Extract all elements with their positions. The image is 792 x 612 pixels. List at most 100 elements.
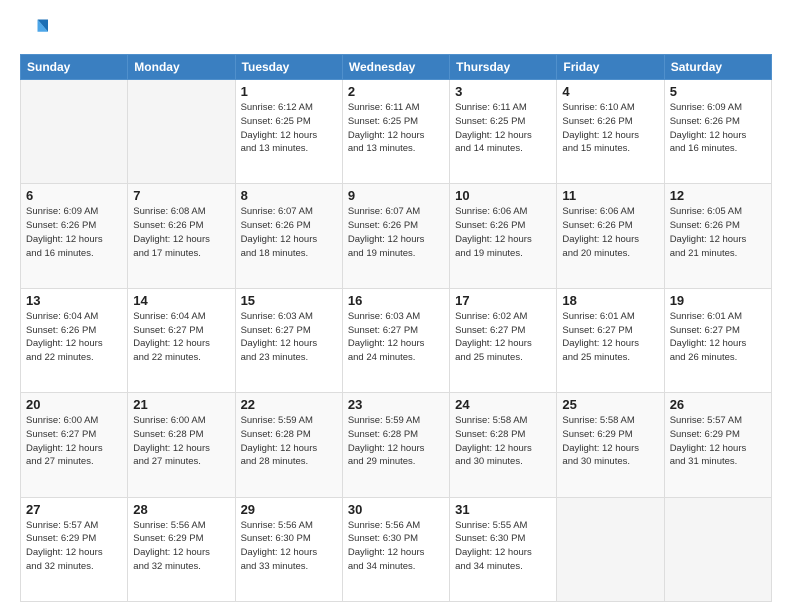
day-number: 14 <box>133 293 229 308</box>
day-info: Sunrise: 6:01 AM Sunset: 6:27 PM Dayligh… <box>670 310 766 365</box>
day-number: 19 <box>670 293 766 308</box>
day-number: 7 <box>133 188 229 203</box>
calendar-cell: 24 Sunrise: 5:58 AM Sunset: 6:28 PM Dayli… <box>450 393 557 497</box>
day-info: Sunrise: 6:04 AM Sunset: 6:27 PM Dayligh… <box>133 310 229 365</box>
calendar-cell: 9Sunrise: 6:07 AM Sunset: 6:26 PM Daylig… <box>342 184 449 288</box>
day-info: Sunrise: 6:09 AM Sunset: 6:26 PM Dayligh… <box>26 205 122 260</box>
day-number: 15 <box>241 293 337 308</box>
day-info: Sunrise: 6:08 AM Sunset: 6:26 PM Dayligh… <box>133 205 229 260</box>
calendar-cell <box>128 80 235 184</box>
day-number: 18 <box>562 293 658 308</box>
calendar-cell: 17 Sunrise: 6:02 AM Sunset: 6:27 PM Dayli… <box>450 288 557 392</box>
day-info: Sunrise: 6:03 AM Sunset: 6:27 PM Dayligh… <box>348 310 444 365</box>
calendar-cell: 28 Sunrise: 5:56 AM Sunset: 6:29 PM Dayli… <box>128 497 235 601</box>
calendar-cell: 15 Sunrise: 6:03 AM Sunset: 6:27 PM Dayli… <box>235 288 342 392</box>
calendar-cell: 16 Sunrise: 6:03 AM Sunset: 6:27 PM Dayli… <box>342 288 449 392</box>
day-number: 26 <box>670 397 766 412</box>
calendar-header-wednesday: Wednesday <box>342 55 449 80</box>
calendar-cell: 5 Sunrise: 6:09 AM Sunset: 6:26 PM Daylig… <box>664 80 771 184</box>
day-info: Sunrise: 5:57 AM Sunset: 6:29 PM Dayligh… <box>670 414 766 469</box>
calendar-cell <box>21 80 128 184</box>
calendar-cell: 12 Sunrise: 6:05 AM Sunset: 6:26 PM Dayli… <box>664 184 771 288</box>
day-number: 1 <box>241 84 337 99</box>
day-info: Sunrise: 5:57 AM Sunset: 6:29 PM Dayligh… <box>26 519 122 574</box>
day-info: Sunrise: 6:11 AM Sunset: 6:25 PM Dayligh… <box>455 101 551 156</box>
calendar-cell: 2 Sunrise: 6:11 AM Sunset: 6:25 PM Daylig… <box>342 80 449 184</box>
calendar-cell: 18Sunrise: 6:01 AM Sunset: 6:27 PM Dayli… <box>557 288 664 392</box>
calendar-cell: 29Sunrise: 5:56 AM Sunset: 6:30 PM Dayli… <box>235 497 342 601</box>
day-number: 25 <box>562 397 658 412</box>
calendar-cell <box>557 497 664 601</box>
day-number: 28 <box>133 502 229 517</box>
day-number: 10 <box>455 188 551 203</box>
calendar-cell: 10 Sunrise: 6:06 AM Sunset: 6:26 PM Dayli… <box>450 184 557 288</box>
calendar-cell: 26 Sunrise: 5:57 AM Sunset: 6:29 PM Dayli… <box>664 393 771 497</box>
logo <box>20 16 52 44</box>
calendar-cell: 25Sunrise: 5:58 AM Sunset: 6:29 PM Dayli… <box>557 393 664 497</box>
calendar-table: SundayMondayTuesdayWednesdayThursdayFrid… <box>20 54 772 602</box>
calendar-cell: 4 Sunrise: 6:10 AM Sunset: 6:26 PM Daylig… <box>557 80 664 184</box>
day-number: 12 <box>670 188 766 203</box>
day-number: 23 <box>348 397 444 412</box>
day-info: Sunrise: 6:00 AM Sunset: 6:28 PM Dayligh… <box>133 414 229 469</box>
day-info: Sunrise: 6:05 AM Sunset: 6:26 PM Dayligh… <box>670 205 766 260</box>
day-number: 29 <box>241 502 337 517</box>
day-number: 20 <box>26 397 122 412</box>
calendar-cell: 1 Sunrise: 6:12 AM Sunset: 6:25 PM Daylig… <box>235 80 342 184</box>
day-number: 5 <box>670 84 766 99</box>
day-info: Sunrise: 6:12 AM Sunset: 6:25 PM Dayligh… <box>241 101 337 156</box>
calendar-cell: 20 Sunrise: 6:00 AM Sunset: 6:27 PM Dayli… <box>21 393 128 497</box>
day-number: 31 <box>455 502 551 517</box>
day-info: Sunrise: 6:09 AM Sunset: 6:26 PM Dayligh… <box>670 101 766 156</box>
day-info: Sunrise: 6:02 AM Sunset: 6:27 PM Dayligh… <box>455 310 551 365</box>
calendar-cell <box>664 497 771 601</box>
calendar-cell: 7 Sunrise: 6:08 AM Sunset: 6:26 PM Daylig… <box>128 184 235 288</box>
logo-icon <box>20 16 48 44</box>
day-info: Sunrise: 6:07 AM Sunset: 6:26 PM Dayligh… <box>241 205 337 260</box>
calendar-header-monday: Monday <box>128 55 235 80</box>
day-number: 22 <box>241 397 337 412</box>
calendar-header-sunday: Sunday <box>21 55 128 80</box>
calendar-header-friday: Friday <box>557 55 664 80</box>
day-number: 24 <box>455 397 551 412</box>
day-info: Sunrise: 5:58 AM Sunset: 6:28 PM Dayligh… <box>455 414 551 469</box>
calendar-cell: 11Sunrise: 6:06 AM Sunset: 6:26 PM Dayli… <box>557 184 664 288</box>
calendar-week-row: 13 Sunrise: 6:04 AM Sunset: 6:26 PM Dayli… <box>21 288 772 392</box>
page: SundayMondayTuesdayWednesdayThursdayFrid… <box>0 0 792 612</box>
day-number: 17 <box>455 293 551 308</box>
day-number: 2 <box>348 84 444 99</box>
day-number: 13 <box>26 293 122 308</box>
calendar-cell: 30 Sunrise: 5:56 AM Sunset: 6:30 PM Dayli… <box>342 497 449 601</box>
day-info: Sunrise: 6:00 AM Sunset: 6:27 PM Dayligh… <box>26 414 122 469</box>
day-info: Sunrise: 5:59 AM Sunset: 6:28 PM Dayligh… <box>241 414 337 469</box>
day-info: Sunrise: 5:56 AM Sunset: 6:30 PM Dayligh… <box>348 519 444 574</box>
calendar-week-row: 1 Sunrise: 6:12 AM Sunset: 6:25 PM Daylig… <box>21 80 772 184</box>
calendar-cell: 8Sunrise: 6:07 AM Sunset: 6:26 PM Daylig… <box>235 184 342 288</box>
day-info: Sunrise: 5:56 AM Sunset: 6:29 PM Dayligh… <box>133 519 229 574</box>
day-number: 3 <box>455 84 551 99</box>
calendar-cell: 19 Sunrise: 6:01 AM Sunset: 6:27 PM Dayli… <box>664 288 771 392</box>
calendar-cell: 27Sunrise: 5:57 AM Sunset: 6:29 PM Dayli… <box>21 497 128 601</box>
day-info: Sunrise: 6:06 AM Sunset: 6:26 PM Dayligh… <box>455 205 551 260</box>
calendar-week-row: 20 Sunrise: 6:00 AM Sunset: 6:27 PM Dayli… <box>21 393 772 497</box>
day-number: 9 <box>348 188 444 203</box>
calendar-header-thursday: Thursday <box>450 55 557 80</box>
calendar-cell: 21Sunrise: 6:00 AM Sunset: 6:28 PM Dayli… <box>128 393 235 497</box>
day-number: 4 <box>562 84 658 99</box>
calendar-cell: 3 Sunrise: 6:11 AM Sunset: 6:25 PM Daylig… <box>450 80 557 184</box>
day-number: 16 <box>348 293 444 308</box>
day-info: Sunrise: 6:11 AM Sunset: 6:25 PM Dayligh… <box>348 101 444 156</box>
calendar-week-row: 27Sunrise: 5:57 AM Sunset: 6:29 PM Dayli… <box>21 497 772 601</box>
calendar-cell: 23 Sunrise: 5:59 AM Sunset: 6:28 PM Dayli… <box>342 393 449 497</box>
day-info: Sunrise: 6:06 AM Sunset: 6:26 PM Dayligh… <box>562 205 658 260</box>
calendar-week-row: 6Sunrise: 6:09 AM Sunset: 6:26 PM Daylig… <box>21 184 772 288</box>
calendar-cell: 22 Sunrise: 5:59 AM Sunset: 6:28 PM Dayli… <box>235 393 342 497</box>
day-number: 30 <box>348 502 444 517</box>
calendar-cell: 31Sunrise: 5:55 AM Sunset: 6:30 PM Dayli… <box>450 497 557 601</box>
day-info: Sunrise: 6:10 AM Sunset: 6:26 PM Dayligh… <box>562 101 658 156</box>
header <box>20 16 772 44</box>
day-info: Sunrise: 5:59 AM Sunset: 6:28 PM Dayligh… <box>348 414 444 469</box>
calendar-header-tuesday: Tuesday <box>235 55 342 80</box>
day-info: Sunrise: 6:03 AM Sunset: 6:27 PM Dayligh… <box>241 310 337 365</box>
day-info: Sunrise: 6:04 AM Sunset: 6:26 PM Dayligh… <box>26 310 122 365</box>
